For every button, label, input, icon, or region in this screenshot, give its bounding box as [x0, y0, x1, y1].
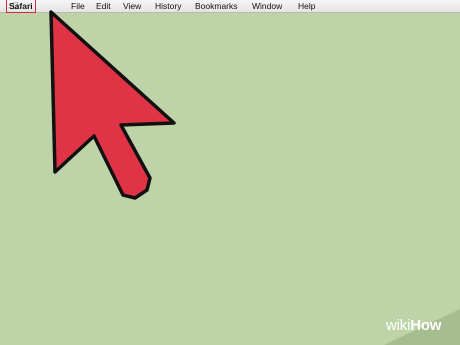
- watermark-wiki: wiki: [386, 317, 411, 334]
- watermark-text: wikiHow: [386, 317, 441, 334]
- wikihow-watermark: wikiHow: [368, 309, 460, 345]
- watermark-how: How: [410, 317, 442, 334]
- cursor-arrow-icon: [49, 10, 176, 200]
